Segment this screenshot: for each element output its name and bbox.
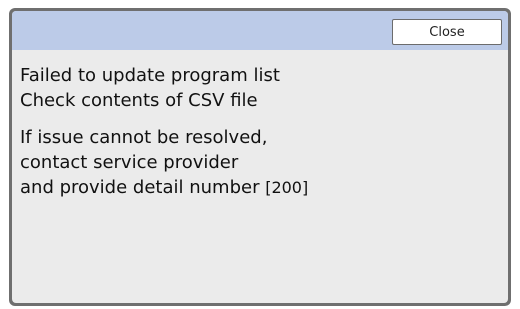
error-dialog: Close Failed to update program list Chec… — [12, 11, 508, 303]
message-line-4: contact service provider — [20, 152, 239, 173]
message-line-3: If issue cannot be resolved, — [20, 127, 268, 148]
dialog-titlebar: Close — [12, 11, 508, 50]
detail-number: [200] — [265, 178, 309, 197]
error-message: Failed to update program list Check cont… — [20, 63, 496, 200]
close-button[interactable]: Close — [392, 19, 502, 45]
message-line-1: Failed to update program list — [20, 65, 280, 86]
message-line-5-text: and provide detail number — [20, 177, 266, 198]
dialog-frame: Close Failed to update program list Chec… — [9, 8, 511, 306]
message-line-2: Check contents of CSV file — [20, 90, 258, 111]
message-line-5: and provide detail number [200] — [20, 175, 496, 200]
message-spacer — [20, 113, 496, 125]
